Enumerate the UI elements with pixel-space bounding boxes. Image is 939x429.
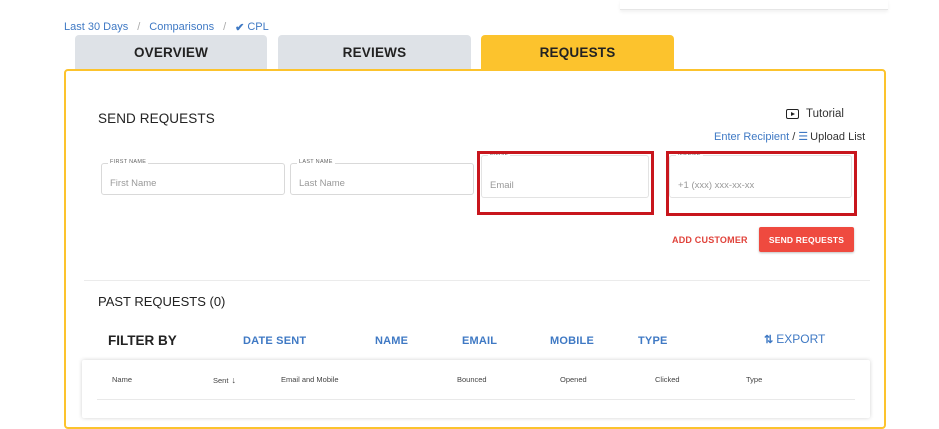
filter-row: FILTER BY DATE SENT NAME EMAIL MOBILE TY… xyxy=(0,332,939,351)
last-name-label: LAST NAME xyxy=(297,159,335,165)
column-header-sent-label: Sent xyxy=(213,376,229,385)
breadcrumb-separator: / xyxy=(137,21,141,33)
enter-recipient-link[interactable]: Enter Recipient xyxy=(714,131,789,143)
column-header-opened[interactable]: Opened xyxy=(560,375,587,384)
list-icon: ☰ xyxy=(798,131,809,143)
first-name-placeholder: First Name xyxy=(110,178,157,189)
add-customer-button[interactable]: ADD CUSTOMER xyxy=(672,235,748,245)
tab-reviews[interactable]: REVIEWS xyxy=(278,35,471,70)
table-header-divider xyxy=(97,399,855,400)
check-icon: ✔ xyxy=(235,21,245,34)
recipient-mode-links: Enter Recipient / ☰ Upload List xyxy=(714,130,865,144)
column-header-bounced[interactable]: Bounced xyxy=(457,375,487,384)
filter-by-label: FILTER BY xyxy=(108,333,177,348)
mobile-highlight-box xyxy=(666,151,857,216)
tab-overview[interactable]: OVERVIEW xyxy=(75,35,267,70)
upload-list-link[interactable]: Upload List xyxy=(810,131,865,143)
first-name-label: FIRST NAME xyxy=(108,159,149,165)
breadcrumb: Last 30 Days / Comparisons / ✔ CPL xyxy=(64,20,269,34)
filter-name[interactable]: NAME xyxy=(375,335,408,347)
column-header-name[interactable]: Name xyxy=(112,375,132,384)
breadcrumb-separator: / xyxy=(223,21,227,33)
column-header-email-mobile[interactable]: Email and Mobile xyxy=(281,375,339,384)
past-requests-title: PAST REQUESTS (0) xyxy=(98,294,226,309)
sort-down-icon: ↓ xyxy=(231,375,236,385)
send-requests-button[interactable]: SEND REQUESTS xyxy=(759,227,854,252)
column-header-type[interactable]: Type xyxy=(746,375,762,384)
first-name-field[interactable]: FIRST NAME First Name xyxy=(101,159,285,195)
last-name-placeholder: Last Name xyxy=(299,178,345,189)
breadcrumb-item-last-30-days[interactable]: Last 30 Days xyxy=(64,21,128,33)
filter-date-sent[interactable]: DATE SENT xyxy=(243,335,306,347)
column-header-sent[interactable]: Sent ↓ xyxy=(213,375,236,385)
tutorial-link[interactable]: Tutorial xyxy=(786,108,844,120)
email-highlight-box xyxy=(477,151,654,215)
export-label: EXPORT xyxy=(776,332,826,346)
sort-arrows-icon: ⇅ xyxy=(764,333,774,346)
last-name-field[interactable]: LAST NAME Last Name xyxy=(290,159,474,195)
section-divider xyxy=(84,280,870,281)
filter-email[interactable]: EMAIL xyxy=(462,335,497,347)
export-button[interactable]: ⇅ EXPORT xyxy=(764,332,825,346)
send-requests-title: SEND REQUESTS xyxy=(98,111,215,126)
tutorial-label: Tutorial xyxy=(806,108,844,120)
recipient-separator: / xyxy=(792,130,796,143)
tab-requests[interactable]: REQUESTS xyxy=(481,35,674,70)
filter-type[interactable]: TYPE xyxy=(638,335,668,347)
video-play-icon xyxy=(786,109,799,119)
top-search-strip xyxy=(620,0,888,10)
breadcrumb-item-cpl[interactable]: CPL xyxy=(247,21,268,33)
column-header-clicked[interactable]: Clicked xyxy=(655,375,680,384)
past-requests-table: Name Sent ↓ Email and Mobile Bounced Open… xyxy=(82,360,870,418)
filter-mobile[interactable]: MOBILE xyxy=(550,335,594,347)
breadcrumb-item-comparisons[interactable]: Comparisons xyxy=(149,21,214,33)
